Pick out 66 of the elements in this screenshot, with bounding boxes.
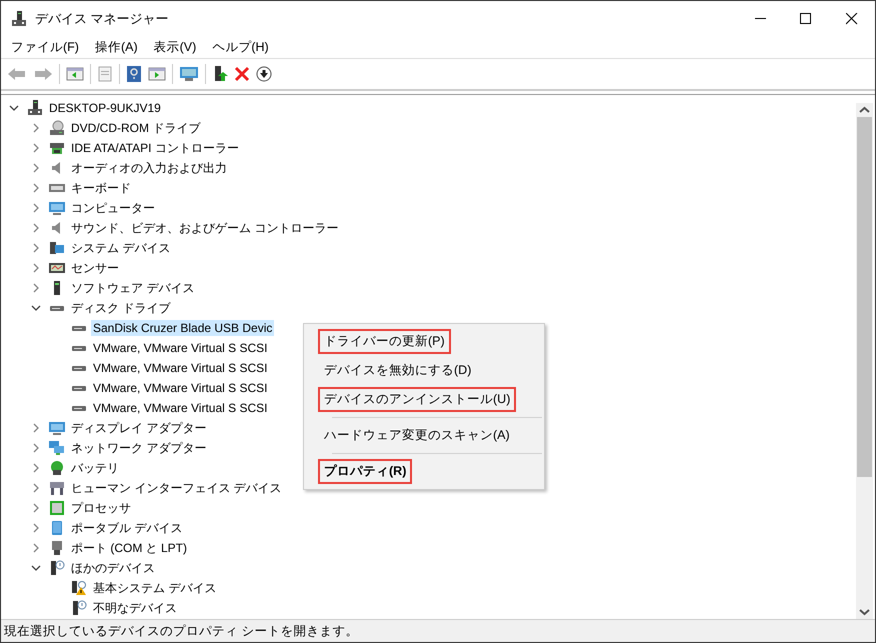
tree-item[interactable]: サウンド、ビデオ、およびゲーム コントローラー: [69, 218, 340, 238]
tree-item[interactable]: ソフトウェア デバイス: [69, 278, 196, 298]
tree-item[interactable]: プロセッサ: [69, 498, 133, 518]
monitor-icon: [49, 200, 65, 216]
tree-item[interactable]: ポート (COM と LPT): [69, 538, 189, 558]
delete-icon: [234, 66, 250, 82]
menu-item[interactable]: 表示(V): [146, 38, 204, 56]
tree-item[interactable]: VMware, VMware Virtual S SCSI: [91, 380, 270, 396]
back-icon: [7, 66, 27, 82]
warning-icon: [71, 580, 87, 596]
menu-item[interactable]: ハードウェア変更のスキャン(A): [318, 423, 516, 448]
window-icon: [148, 66, 166, 82]
tree-item[interactable]: IDE ATA/ATAPI コントローラー: [69, 138, 241, 158]
tree-item[interactable]: ディスク ドライブ: [69, 298, 172, 318]
menu-item[interactable]: ヘルプ(H): [204, 38, 277, 56]
maximize-icon: [800, 12, 812, 24]
tree-item[interactable]: 不明なデバイス: [91, 598, 179, 618]
tree-item[interactable]: VMware, VMware Virtual S SCSI: [91, 340, 270, 356]
tree-item[interactable]: バッテリ: [69, 458, 121, 478]
tree-item[interactable]: DESKTOP-9UKJV19: [47, 100, 163, 116]
tree-item[interactable]: ほかのデバイス: [69, 558, 157, 578]
app-icon: [11, 10, 27, 26]
tree-item[interactable]: システム デバイス: [69, 238, 172, 258]
download-icon: [256, 66, 272, 82]
tree-item[interactable]: VMware, VMware Virtual S SCSI: [91, 400, 270, 416]
tree-item[interactable]: ネットワーク アダプター: [69, 438, 208, 458]
tree-item[interactable]: オーディオの入力および出力: [69, 158, 229, 178]
monitor-icon: [179, 66, 199, 82]
scrollbar-thumb[interactable]: [857, 117, 872, 477]
minimize-icon: [754, 18, 766, 19]
sensor-icon: [49, 260, 65, 276]
driver-update-icon: [212, 65, 228, 83]
properties-icon: [97, 66, 113, 82]
tree-item[interactable]: ポータブル デバイス: [69, 518, 184, 538]
tree-item[interactable]: センサー: [69, 258, 121, 278]
unknown-device-icon: [49, 560, 65, 576]
menu-item[interactable]: ファイル(F): [3, 38, 87, 56]
window-title: デバイス マネージャー: [35, 10, 170, 28]
tree-item[interactable]: 基本システム デバイス: [91, 578, 218, 598]
chip-icon: [49, 500, 65, 516]
tree-item[interactable]: コンピューター: [69, 198, 157, 218]
tablet-icon: [49, 520, 65, 536]
menu-item[interactable]: デバイスを無効にする(D): [318, 358, 478, 383]
close-icon: [846, 12, 858, 24]
disc-drive-icon: [49, 120, 65, 136]
help-icon: [126, 65, 142, 83]
menu-item[interactable]: ドライバーの更新(P): [318, 329, 451, 354]
tree-item[interactable]: ディスプレイ アダプター: [69, 418, 208, 438]
tree-item[interactable]: VMware, VMware Virtual S SCSI: [91, 360, 270, 376]
system-device-icon: [49, 240, 65, 256]
tree-item[interactable]: DVD/CD-ROM ドライブ: [69, 118, 202, 138]
network-icon: [49, 440, 65, 456]
window-icon: [66, 66, 84, 82]
menu-item[interactable]: デバイスのアンインストール(U): [318, 387, 516, 412]
controller-icon: [49, 140, 65, 156]
menu-item[interactable]: 操作(A): [86, 38, 146, 56]
tree-item[interactable]: キーボード: [69, 178, 133, 198]
menu-item[interactable]: プロパティ(R): [318, 459, 412, 484]
monitor-icon: [49, 420, 65, 436]
port-icon: [49, 540, 65, 556]
tree-item[interactable]: SanDisk Cruzer Blade USB Devic: [91, 320, 274, 336]
computer-icon: [27, 100, 43, 116]
tree-item[interactable]: ヒューマン インターフェイス デバイス: [69, 478, 284, 498]
forward-icon: [33, 66, 53, 82]
unknown-device-icon: [71, 600, 87, 616]
status-text: 現在選択しているデバイスのプロパティ シートを開きます。: [4, 622, 358, 640]
